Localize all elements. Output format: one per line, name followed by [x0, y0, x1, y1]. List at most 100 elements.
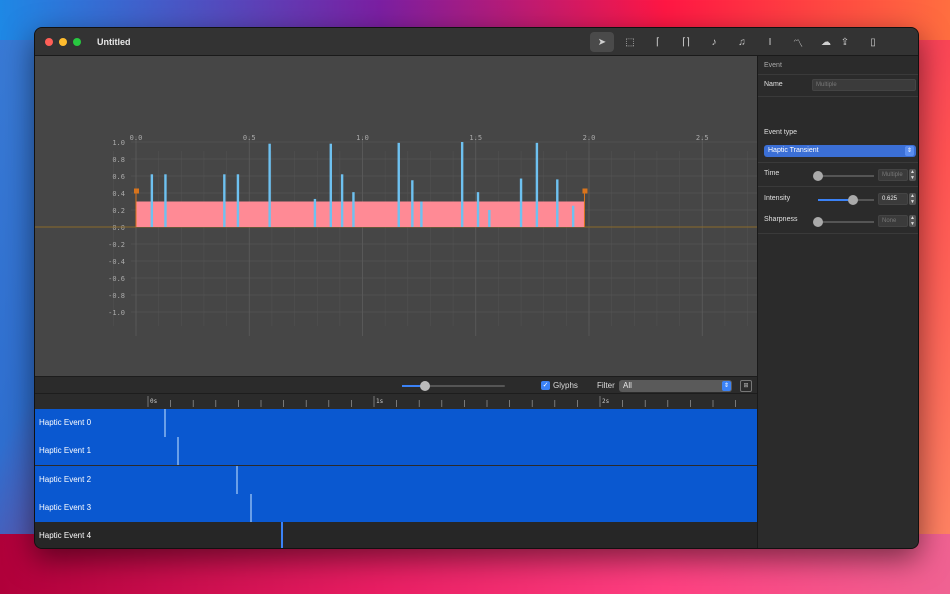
transient-event — [535, 142, 539, 227]
transient-event — [519, 178, 523, 227]
transient-event — [268, 143, 271, 227]
transient-event — [460, 142, 464, 227]
time-slider[interactable] — [813, 171, 874, 181]
continuous-event — [136, 201, 585, 227]
sharpness-field[interactable]: None — [878, 215, 908, 227]
time-placeholder: Multiple — [882, 172, 903, 178]
marquee-tool[interactable]: ⬚ — [618, 32, 642, 52]
transient-event — [420, 201, 423, 227]
y-tick-label: 1.0 — [112, 139, 125, 147]
toolbar-right: ⇪ ▯ — [833, 32, 885, 52]
haptic-graph[interactable]: 1.0 0.8 0.6 0.4 0.2 0.0 -0.2 -0.4 -0.6 -0.8 -1.0 0.… — [35, 56, 757, 376]
y-tick-label: 0.4 — [112, 190, 125, 198]
track-row[interactable]: Haptic Event 2 — [35, 465, 757, 494]
timeline-options-button[interactable]: ⊞ — [740, 380, 752, 392]
transient-event — [313, 198, 317, 227]
ruler-label: 0s — [150, 398, 158, 405]
zoom-slider[interactable] — [402, 381, 505, 391]
track-event-marker[interactable] — [281, 522, 284, 548]
time-label: Time — [764, 170, 780, 177]
curve-tool[interactable]: 〽 — [786, 32, 810, 52]
graph-canvas[interactable]: 1.0 0.8 0.6 0.4 0.2 0.0 -0.2 -0.4 -0.6 -0.8 -1.0 0.… — [35, 56, 757, 376]
intensity-label: Intensity — [764, 195, 791, 202]
y-tick-label: -0.2 — [108, 241, 125, 249]
x-tick-label: 0.0 — [130, 134, 143, 142]
track-row[interactable]: Haptic Event 0 — [35, 409, 757, 437]
y-tick-label: 0.0 — [112, 224, 125, 232]
x-tick-label: 2.0 — [583, 134, 596, 142]
ruler-label: 2s — [602, 398, 610, 405]
sharpness-stepper[interactable]: ▲ ▼ — [909, 215, 916, 227]
time-ruler: 0s 1s 2s — [35, 394, 757, 409]
track-row[interactable]: Haptic Event 3 — [35, 493, 757, 522]
name-field[interactable]: Multiple — [812, 79, 916, 91]
track-event-marker[interactable] — [249, 493, 252, 522]
sharpness-slider[interactable] — [813, 217, 874, 227]
sharpness-slider-knob[interactable] — [813, 217, 823, 227]
chevron-updown-icon: ⇕ — [905, 146, 914, 156]
event-type-value: Haptic Transient — [768, 147, 819, 154]
glyphs-label: Glyphs — [553, 381, 578, 390]
continuous-start-marker — [134, 188, 139, 194]
track-event-marker[interactable] — [177, 437, 180, 466]
transient-event — [397, 142, 400, 227]
inspector-panel: Event Name Multiple Event type Haptic Tr… — [757, 56, 918, 548]
transient-event — [476, 192, 480, 227]
divider — [758, 233, 918, 234]
track-row[interactable]: Haptic Event 1 — [35, 437, 757, 466]
time-field[interactable]: Multiple — [878, 169, 908, 181]
x-tick-label: 1.0 — [356, 134, 369, 142]
intensity-slider[interactable] — [818, 195, 874, 205]
intensity-field[interactable]: 0.625 — [878, 193, 908, 205]
chevron-updown-icon: ⇕ — [722, 381, 731, 391]
y-tick-label: -0.8 — [108, 292, 125, 300]
track-list: Haptic Event 0 Haptic Event 1 Haptic Event… — [35, 409, 757, 548]
y-tick-label: 0.6 — [112, 173, 125, 181]
track-label: Haptic Event 4 — [39, 531, 92, 541]
event-type-select[interactable]: Haptic Transient ⇕ — [764, 145, 916, 157]
zoom-slider-knob[interactable] — [419, 381, 430, 391]
track-label: Haptic Event 1 — [39, 446, 92, 456]
close-window-button[interactable] — [45, 37, 53, 46]
text-cursor-tool[interactable]: I — [758, 32, 782, 52]
transient-event — [571, 205, 575, 227]
intensity-slider-knob[interactable] — [848, 195, 858, 205]
transient-pair-tool[interactable]: ♫ — [730, 32, 754, 52]
continuous-end-marker — [582, 188, 588, 194]
time-stepper[interactable]: ▲ ▼ — [909, 169, 916, 181]
y-tick-label: -0.4 — [108, 258, 125, 266]
name-label: Name — [764, 81, 783, 88]
track-row[interactable]: Haptic Event 4 — [35, 522, 757, 548]
transient-note-tool[interactable]: ♪ — [702, 32, 726, 52]
name-placeholder: Multiple — [816, 82, 837, 88]
pointer-tool[interactable]: ➤ — [590, 32, 614, 52]
time-slider-knob[interactable] — [813, 171, 823, 181]
transient-event — [236, 174, 240, 227]
filter-select[interactable]: All ⇕ — [619, 380, 732, 392]
event-type-label: Event type — [764, 129, 798, 136]
transient-event — [411, 180, 414, 227]
continuous-pair-tool[interactable]: ⌈⌉ — [674, 32, 698, 52]
continuous-event-tool[interactable]: ⌈ — [646, 32, 670, 52]
transient-event — [352, 192, 355, 227]
intensity-stepper[interactable]: ▲ ▼ — [909, 193, 916, 205]
glyphs-checkbox[interactable]: ✓ — [541, 381, 550, 390]
window-title: Untitled — [97, 36, 131, 47]
track-label: Haptic Event 3 — [39, 502, 92, 512]
transient-event — [340, 174, 344, 227]
device-tool[interactable]: ▯ — [861, 32, 885, 52]
transient-event — [164, 174, 167, 227]
filter-value: All — [623, 381, 632, 390]
title-bar: Untitled ➤ ⬚ ⌈ ⌈⌉ ♪ ♫ I 〽 ☁ ⇪ ▯ — [35, 28, 918, 56]
ruler-label: 1s — [376, 398, 384, 405]
y-tick-label: 0.2 — [112, 207, 125, 215]
share-tool[interactable]: ⇪ — [833, 32, 857, 52]
zoom-window-button[interactable] — [73, 37, 81, 46]
transient-event — [329, 143, 332, 227]
y-tick-label: -0.6 — [108, 275, 125, 283]
track-event-marker[interactable] — [236, 465, 239, 494]
x-tick-label: 2.5 — [696, 134, 709, 142]
minimize-window-button[interactable] — [59, 37, 67, 46]
inspector-section-title: Event — [764, 62, 782, 69]
track-event-marker[interactable] — [163, 409, 166, 437]
